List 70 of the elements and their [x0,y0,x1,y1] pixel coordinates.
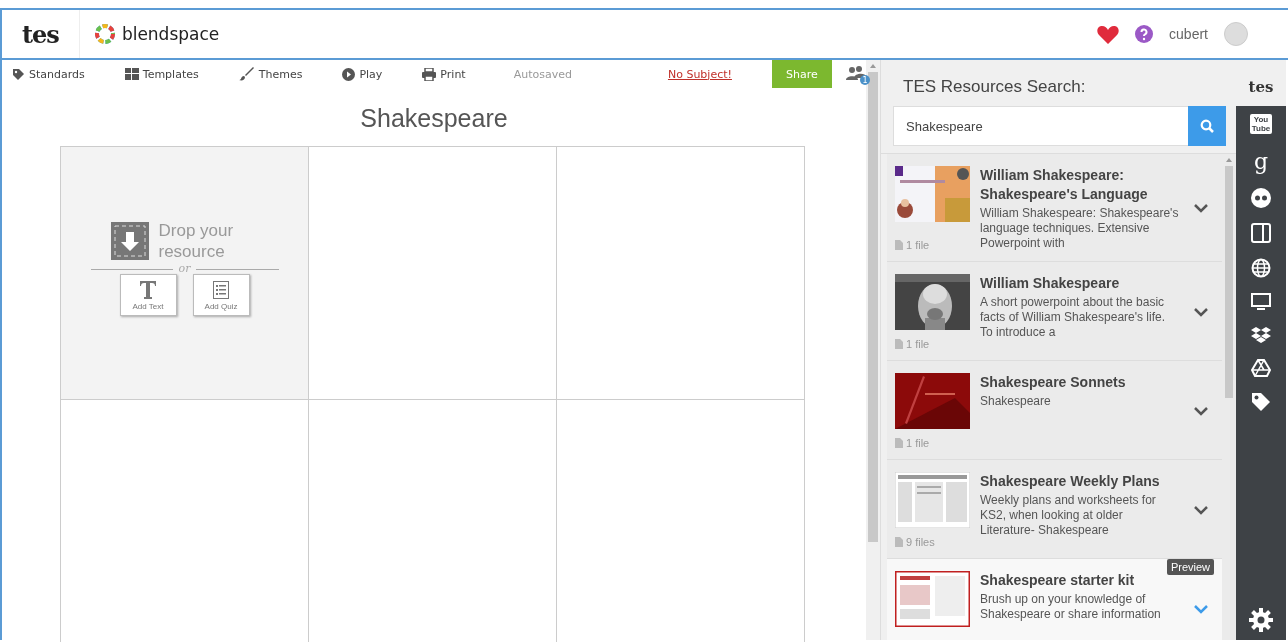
tooltip: Preview [1166,559,1214,575]
file-icon [895,240,903,250]
toolbar-button[interactable]: Print [422,67,466,81]
file-icon [895,339,903,349]
result-item[interactable]: 1 file William Shakespeare A short powerpoint about the basic facts of William Shakespeare's life. To introduce a [887,262,1222,361]
brush-icon [238,67,255,81]
toolbar-button[interactable]: Play [342,67,383,81]
toolbar-button[interactable]: Themes [238,67,303,81]
grid-icon [124,68,139,80]
result-item[interactable]: Shakespeare starter kit Brush up on your knowledge of Shakespeare or share information Preview [887,559,1222,640]
drop-zone[interactable]: Drop your resource or Add Text Add Quiz [61,147,309,400]
toolbar-button[interactable]: Templates [124,67,199,81]
result-description: Weekly plans and worksheets for KS2, when looking at older Literature- Shakespeare [980,493,1157,538]
add-button[interactable]: Add Text [119,274,177,316]
result-item[interactable]: 1 file William Shakespeare: Shakespeare's Language William Shakespeare: Shakespeare's language techniques. Extensive Powerpoint with [887,154,1222,262]
username[interactable]: cubert [1169,26,1208,42]
result-title[interactable]: Shakespeare Weekly Plans [980,472,1180,491]
list-icon [213,281,229,299]
or-separator: or [178,264,191,274]
settings-icon[interactable] [1249,608,1273,632]
globe-icon[interactable] [1251,258,1271,278]
toolbar-button[interactable]: Standards [12,67,85,81]
help-icon[interactable] [1135,25,1154,43]
scrollbar[interactable] [866,60,880,640]
add-button[interactable]: Add Quiz [192,274,250,316]
avatar[interactable] [1224,22,1248,46]
file-count: 9 files [895,530,970,548]
text-icon [139,281,157,299]
grid-cell[interactable] [557,147,805,400]
save-status: Autosaved [513,67,572,81]
heart-icon[interactable] [1097,24,1120,44]
tag-icon [12,67,25,81]
download-box-icon [110,222,149,260]
file-count: 1 file [895,431,970,449]
video-source-logo[interactable]: You Tube [1249,114,1273,134]
file-count: 1 file [895,332,970,350]
result-item[interactable]: 1 file Shakespeare Sonnets Shakespeare [887,361,1222,460]
tag-icon[interactable] [1251,392,1271,412]
file-count: 1 file [895,233,970,251]
subject-link[interactable]: No Subject! [667,67,732,81]
search-source-logo[interactable]: g [1253,151,1269,173]
panel-title: TES Resources Search: [902,76,1087,98]
app-name: blendspace [121,24,220,44]
lesson-title[interactable]: Shakespeare [2,104,866,132]
search-field[interactable]: Shakespeare [893,106,1188,146]
grid-cell[interactable] [309,147,557,400]
result-item[interactable]: 9 files Shakespeare Weekly Plans Weekly plans and worksheets for KS2, when looking at older Literature- Shakespeare [887,460,1222,559]
ring-logo-icon [93,23,116,45]
file-icon [895,438,903,448]
panel-icon[interactable] [1251,223,1271,243]
search-button[interactable] [1188,106,1226,146]
printer-icon [422,67,437,81]
monitor-icon[interactable] [1251,293,1271,311]
result-description: Shakespeare [980,394,1052,409]
two-dots-icon[interactable] [1251,188,1271,208]
drop-label: Drop your resource [158,220,235,262]
logo[interactable]: tes [2,10,80,58]
search-icon [1200,119,1214,133]
result-title[interactable]: William Shakespeare [980,274,1180,293]
scrollbar[interactable] [1222,154,1236,640]
play-icon [342,67,356,81]
triangle-icon[interactable] [1251,359,1271,377]
file-icon [895,537,903,547]
result-title[interactable]: Shakespeare Sonnets [980,373,1180,392]
result-description: Brush up on your knowledge of Shakespeare or share information [980,592,1162,622]
box-icon[interactable] [1251,326,1271,344]
result-title[interactable]: William Shakespeare: Shakespeare's Language [980,166,1180,204]
result-description: A short powerpoint about the basic facts of William Shakespeare's life. To introduce a [980,295,1167,340]
source-logo[interactable]: tes [1236,60,1286,106]
result-description: William Shakespeare: Shakespeare's language techniques. Extensive Powerpoint with [980,206,1180,251]
